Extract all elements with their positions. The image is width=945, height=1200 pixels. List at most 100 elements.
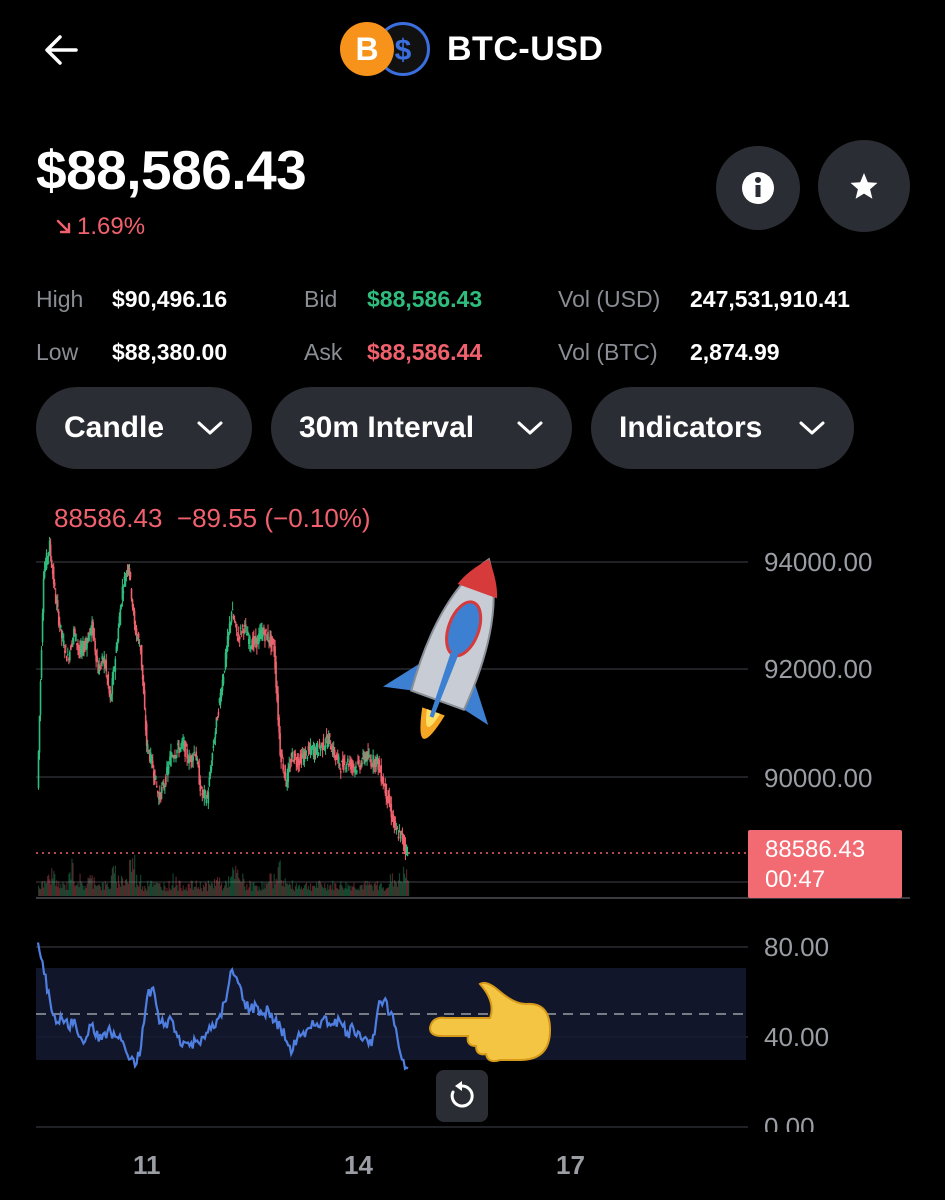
candle xyxy=(42,578,45,613)
candle xyxy=(231,609,234,611)
candle xyxy=(74,628,76,634)
interval-dropdown[interactable]: 30m Interval xyxy=(271,387,572,469)
interval-label: 30m Interval xyxy=(299,411,475,444)
chevron-down-icon xyxy=(197,421,223,435)
candle xyxy=(239,627,242,629)
candle xyxy=(39,681,42,715)
candle xyxy=(116,642,119,649)
rocket-emoji xyxy=(382,557,498,739)
back-arrow-icon xyxy=(45,35,78,65)
candle xyxy=(114,658,117,672)
candle xyxy=(199,779,202,792)
candle xyxy=(397,837,400,839)
candle xyxy=(155,786,158,788)
candle xyxy=(267,632,269,641)
candle xyxy=(346,763,348,765)
back-button[interactable] xyxy=(38,28,86,72)
candle xyxy=(193,751,195,753)
candle xyxy=(238,636,241,640)
candle xyxy=(130,589,133,600)
candle xyxy=(137,633,140,639)
bid-label: Bid xyxy=(304,286,338,312)
candle xyxy=(129,572,132,578)
chevron-down-icon xyxy=(517,421,543,435)
candle xyxy=(317,752,320,756)
candle xyxy=(135,628,138,635)
bid-value: $88,586.43 xyxy=(367,286,483,312)
candle xyxy=(65,645,67,647)
ask-label: Ask xyxy=(304,339,343,365)
candle xyxy=(282,763,284,771)
candle xyxy=(67,654,69,656)
vol-usd-value: 247,531,910.41 xyxy=(690,286,850,312)
reset-chart-button[interactable] xyxy=(436,1070,488,1122)
candle xyxy=(358,759,360,765)
candle xyxy=(146,744,149,750)
bitcoin-icon: B xyxy=(340,22,394,76)
candle xyxy=(361,762,363,765)
candle xyxy=(396,828,399,830)
last-price-tag: 88586.43 00:47 xyxy=(748,830,902,898)
candle xyxy=(234,621,237,623)
high-label: High xyxy=(36,286,84,312)
candle xyxy=(291,751,294,758)
candle xyxy=(244,624,247,627)
candle xyxy=(217,712,220,716)
candle xyxy=(210,766,213,771)
candle xyxy=(235,623,238,632)
candle xyxy=(143,690,146,709)
date-axis-label: 14 xyxy=(344,1150,373,1180)
pair-title: BTC-USD xyxy=(447,30,604,68)
candle xyxy=(53,582,56,587)
rsi-axis-label: 0.00 xyxy=(764,1112,815,1132)
info-button[interactable] xyxy=(716,146,800,230)
current-price: $88,586.43 xyxy=(36,139,307,201)
candle xyxy=(59,624,62,628)
candle xyxy=(140,644,143,667)
date-axis-label: 17 xyxy=(556,1150,585,1180)
candle xyxy=(49,544,52,557)
last-price-value: 88586.43 xyxy=(765,836,866,863)
price-axis-label: 92000.00 xyxy=(764,654,873,684)
volume-bar xyxy=(408,880,410,896)
candle xyxy=(62,640,65,646)
candle xyxy=(212,746,215,749)
svg-text:$: $ xyxy=(395,34,412,67)
candle xyxy=(337,756,340,763)
candle-countdown: 00:47 xyxy=(765,866,826,893)
candle xyxy=(284,765,286,780)
candle xyxy=(207,792,210,804)
candle xyxy=(264,634,266,642)
candle xyxy=(211,753,214,760)
info-icon xyxy=(742,172,774,204)
low-value: $88,380.00 xyxy=(112,339,228,365)
star-icon xyxy=(850,173,878,199)
candle xyxy=(107,674,110,686)
candle xyxy=(222,676,225,684)
candle xyxy=(165,776,167,785)
candle xyxy=(204,790,207,794)
candle xyxy=(117,627,120,642)
chevron-down-icon xyxy=(799,421,825,435)
high-value: $90,496.16 xyxy=(112,286,228,312)
candle xyxy=(105,660,108,672)
candle xyxy=(112,669,115,685)
candle xyxy=(406,851,409,856)
candle xyxy=(356,770,358,772)
candle xyxy=(324,745,327,748)
low-label: Low xyxy=(36,339,79,365)
candle xyxy=(305,750,308,752)
candle xyxy=(176,749,178,754)
indicators-dropdown[interactable]: Indicators xyxy=(591,387,854,469)
candle xyxy=(241,624,244,627)
candle xyxy=(237,634,240,636)
favorite-button[interactable] xyxy=(818,140,910,232)
vol-btc-value: 2,874.99 xyxy=(690,339,780,365)
candle xyxy=(223,670,226,672)
candle xyxy=(122,591,125,594)
indicators-label: Indicators xyxy=(619,411,763,444)
candle xyxy=(40,650,43,679)
candle xyxy=(347,758,349,763)
vol-usd-label: Vol (USD) xyxy=(558,286,661,312)
chart-type-dropdown[interactable]: Candle xyxy=(36,387,252,469)
